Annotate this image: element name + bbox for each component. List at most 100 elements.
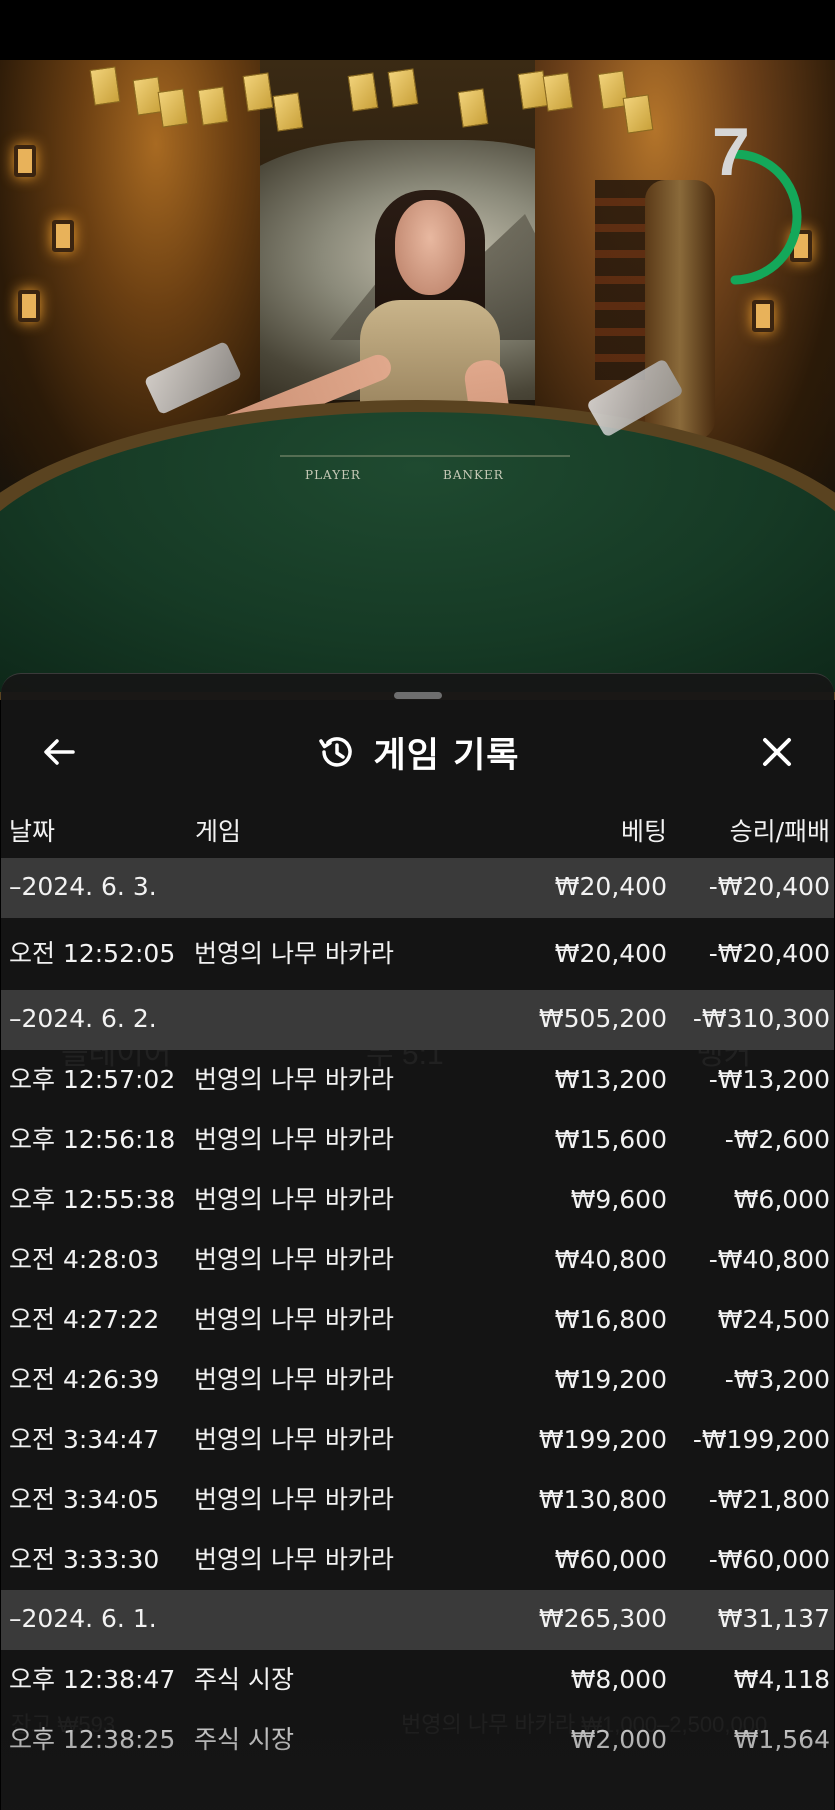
group-bet-total: ₩505,200 — [538, 1004, 667, 1033]
round-game: 번영의 나무 바카라 — [194, 1365, 394, 1394]
group-date: –2024. 6. 3. — [9, 872, 157, 901]
round-bet: ₩130,800 — [538, 1485, 667, 1514]
hanging-card — [197, 86, 229, 126]
history-row[interactable]: 오전 4:28:03 번영의 나무 바카라 ₩40,800 -₩40,800 — [1, 1230, 834, 1290]
hanging-card — [387, 68, 419, 108]
close-button[interactable] — [751, 726, 803, 778]
round-result: ₩4,118 — [733, 1665, 830, 1694]
column-header-bet: 베팅 — [620, 817, 667, 846]
round-game: 번영의 나무 바카라 — [194, 1245, 394, 1274]
round-game: 번영의 나무 바카라 — [194, 939, 394, 968]
round-bet: ₩9,600 — [570, 1185, 667, 1214]
group-result-total: -₩310,300 — [692, 1004, 830, 1033]
round-time: 오후 12:57:02 — [9, 1065, 176, 1094]
table-label-banker: BANKER — [443, 468, 504, 482]
round-bet: ₩19,200 — [554, 1365, 667, 1394]
date-group-row[interactable]: –2024. 6. 1. ₩265,300 ₩31,137 — [1, 1590, 834, 1650]
round-time: 오전 3:34:47 — [9, 1425, 160, 1454]
group-result-total: ₩31,137 — [717, 1604, 830, 1633]
history-row[interactable]: 오전 3:33:30 번영의 나무 바카라 ₩60,000 -₩60,000 — [1, 1530, 834, 1590]
history-row[interactable]: 오후 12:38:47 주식 시장 ₩8,000 ₩4,118 — [1, 1650, 834, 1710]
lantern — [52, 220, 74, 252]
round-game: 번영의 나무 바카라 — [194, 1185, 394, 1214]
round-bet: ₩199,200 — [538, 1425, 667, 1454]
round-bet: ₩2,000 — [570, 1725, 667, 1754]
group-date: –2024. 6. 2. — [9, 1004, 157, 1033]
date-group-row[interactable]: –2024. 6. 3. ₩20,400 -₩20,400 — [1, 858, 834, 918]
sheet-drag-handle[interactable] — [394, 692, 442, 699]
round-time: 오후 12:56:18 — [9, 1125, 176, 1154]
round-result: -₩3,200 — [724, 1365, 830, 1394]
group-result-total: -₩20,400 — [708, 872, 830, 901]
history-row[interactable]: 오후 12:57:02 번영의 나무 바카라 ₩13,200 -₩13,200 — [1, 1050, 834, 1110]
round-game: 주식 시장 — [194, 1665, 294, 1694]
round-time: 오후 12:55:38 — [9, 1185, 176, 1214]
round-result: -₩21,800 — [708, 1485, 830, 1514]
round-bet: ₩15,600 — [554, 1125, 667, 1154]
table-felt — [0, 412, 835, 692]
close-icon — [763, 738, 791, 766]
round-result: ₩1,564 — [733, 1725, 830, 1754]
history-row[interactable]: 오후 12:55:38 번영의 나무 바카라 ₩9,600 ₩6,000 — [1, 1170, 834, 1230]
round-bet: ₩40,800 — [554, 1245, 667, 1274]
round-result: -₩2,600 — [724, 1125, 830, 1154]
dealer-face — [395, 200, 465, 295]
round-time: 오전 4:26:39 — [9, 1365, 160, 1394]
hanging-card — [347, 72, 379, 112]
round-game: 번영의 나무 바카라 — [194, 1425, 394, 1454]
column-header-game: 게임 — [195, 817, 242, 846]
hanging-card — [89, 66, 121, 106]
round-game: 번영의 나무 바카라 — [194, 1545, 394, 1574]
countdown-timer-value: 7 — [712, 114, 750, 190]
round-time: 오전 4:28:03 — [9, 1245, 160, 1274]
round-time: 오전 3:34:05 — [9, 1485, 160, 1514]
round-result: ₩6,000 — [733, 1185, 830, 1214]
history-row[interactable]: 오전 3:34:47 번영의 나무 바카라 ₩199,200 -₩199,200 — [1, 1410, 834, 1470]
round-bet: ₩8,000 — [570, 1665, 667, 1694]
hanging-card — [272, 92, 304, 132]
round-time: 오전 3:33:30 — [9, 1545, 160, 1574]
round-result: -₩199,200 — [692, 1425, 830, 1454]
round-game: 번영의 나무 바카라 — [194, 1305, 394, 1334]
table-label-player: PLAYER — [305, 468, 361, 482]
round-bet: ₩16,800 — [554, 1305, 667, 1334]
date-group-row[interactable]: –2024. 6. 2. ₩505,200 -₩310,300 — [1, 990, 834, 1050]
history-row[interactable]: 오전 3:34:05 번영의 나무 바카라 ₩130,800 -₩21,800 — [1, 1470, 834, 1530]
round-time: 오전 4:27:22 — [9, 1305, 160, 1334]
round-game: 번영의 나무 바카라 — [194, 1065, 394, 1094]
round-result: -₩60,000 — [708, 1545, 830, 1574]
round-bet: ₩20,400 — [554, 939, 667, 968]
lantern — [18, 290, 40, 322]
history-icon — [318, 737, 352, 767]
game-history-sheet: 플레이어 무 5:1 뱅커 잔고 ₩593 번영의 나무 바카라 ₩1,000–… — [1, 673, 834, 1810]
group-date: –2024. 6. 1. — [9, 1604, 157, 1633]
round-game: 주식 시장 — [194, 1725, 294, 1754]
hanging-card — [457, 88, 489, 128]
round-game: 번영의 나무 바카라 — [194, 1485, 394, 1514]
live-video-stream: PLAYER BANKER — [0, 60, 835, 700]
hanging-card — [622, 94, 654, 134]
hanging-card — [157, 88, 189, 128]
history-row[interactable]: 오전 4:27:22 번영의 나무 바카라 ₩16,800 ₩24,500 — [1, 1290, 834, 1350]
history-row[interactable]: 오전 12:52:05 번영의 나무 바카라 ₩20,400 -₩20,400 — [1, 918, 834, 990]
column-header-date: 날짜 — [9, 817, 56, 846]
round-time: 오후 12:38:25 — [9, 1725, 176, 1754]
round-bet: ₩13,200 — [554, 1065, 667, 1094]
lantern — [14, 145, 36, 177]
round-game: 번영의 나무 바카라 — [194, 1125, 394, 1154]
history-row[interactable]: 오전 4:26:39 번영의 나무 바카라 ₩19,200 -₩3,200 — [1, 1350, 834, 1410]
history-row[interactable]: 오후 12:56:18 번영의 나무 바카라 ₩15,600 -₩2,600 — [1, 1110, 834, 1170]
history-row[interactable]: 오후 12:38:25 주식 시장 ₩2,000 ₩1,564 — [1, 1710, 834, 1770]
table-line — [280, 455, 570, 457]
round-result: -₩20,400 — [708, 939, 830, 968]
round-result: -₩13,200 — [708, 1065, 830, 1094]
sheet-header: 게임 기록 — [1, 722, 834, 782]
lantern — [752, 300, 774, 332]
round-time: 오후 12:38:47 — [9, 1665, 176, 1694]
column-header-result: 승리/패배 — [729, 817, 830, 846]
round-time: 오전 12:52:05 — [9, 939, 176, 968]
hanging-card — [542, 72, 574, 112]
hanging-card — [242, 72, 274, 112]
round-result: -₩40,800 — [708, 1245, 830, 1274]
round-bet: ₩60,000 — [554, 1545, 667, 1574]
